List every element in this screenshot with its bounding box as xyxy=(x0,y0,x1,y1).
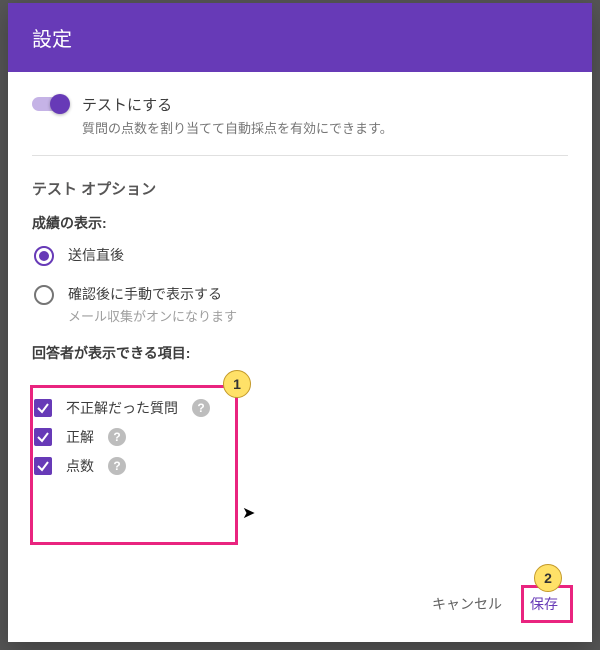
release-grade-option-manual[interactable]: 確認後に手動で表示する メール収集がオンになります xyxy=(34,284,568,325)
checkbox-correct-answers[interactable]: 正解 ? xyxy=(34,427,227,447)
respondent-view-heading: 回答者が表示できる項目: xyxy=(32,343,568,363)
help-icon[interactable]: ? xyxy=(192,399,210,417)
checkbox-point-values[interactable]: 点数 ? xyxy=(34,456,227,476)
checkbox-missed-questions[interactable]: 不正解だった質問 ? xyxy=(34,398,227,418)
dialog-title: 設定 xyxy=(32,29,72,51)
help-icon[interactable]: ? xyxy=(108,457,126,475)
radio-icon xyxy=(34,246,54,266)
dialog-header: 設定 xyxy=(8,3,592,72)
dialog-footer: キャンセル 保存 xyxy=(8,576,592,642)
checkbox-label: 正解 xyxy=(66,427,94,447)
checkbox-label: 点数 xyxy=(66,456,94,476)
checkbox-icon xyxy=(34,457,52,475)
make-quiz-row: テストにする 質問の点数を割り当てて自動採点を有効にできます。 xyxy=(32,88,568,156)
checkbox-icon xyxy=(34,428,52,446)
release-grade-group: 送信直後 確認後に手動で表示する メール収集がオンになります xyxy=(32,245,568,325)
checkbox-icon xyxy=(34,399,52,417)
help-icon[interactable]: ? xyxy=(108,428,126,446)
respondent-view-group: 不正解だった質問 ? 正解 ? 点数 ? xyxy=(32,375,237,499)
option-sublabel: メール収集がオンになります xyxy=(68,306,237,325)
cancel-button[interactable]: キャンセル xyxy=(422,586,512,622)
radio-icon xyxy=(34,285,54,305)
make-quiz-label: テストにする xyxy=(82,94,393,115)
release-grade-option-immediate[interactable]: 送信直後 xyxy=(34,245,568,266)
dialog-body: テストにする 質問の点数を割り当てて自動採点を有効にできます。 テスト オプショ… xyxy=(8,72,592,576)
settings-dialog: 設定 テストにする 質問の点数を割り当てて自動採点を有効にできます。 テスト オ… xyxy=(8,3,592,642)
checkbox-label: 不正解だった質問 xyxy=(66,398,178,418)
make-quiz-toggle[interactable] xyxy=(32,97,68,111)
option-label: 確認後に手動で表示する xyxy=(68,284,237,304)
make-quiz-description: 質問の点数を割り当てて自動採点を有効にできます。 xyxy=(82,118,393,137)
option-label: 送信直後 xyxy=(68,245,124,265)
save-button[interactable]: 保存 xyxy=(520,586,568,622)
test-options-heading: テスト オプション xyxy=(32,178,568,199)
release-grade-heading: 成績の表示: xyxy=(32,213,568,233)
